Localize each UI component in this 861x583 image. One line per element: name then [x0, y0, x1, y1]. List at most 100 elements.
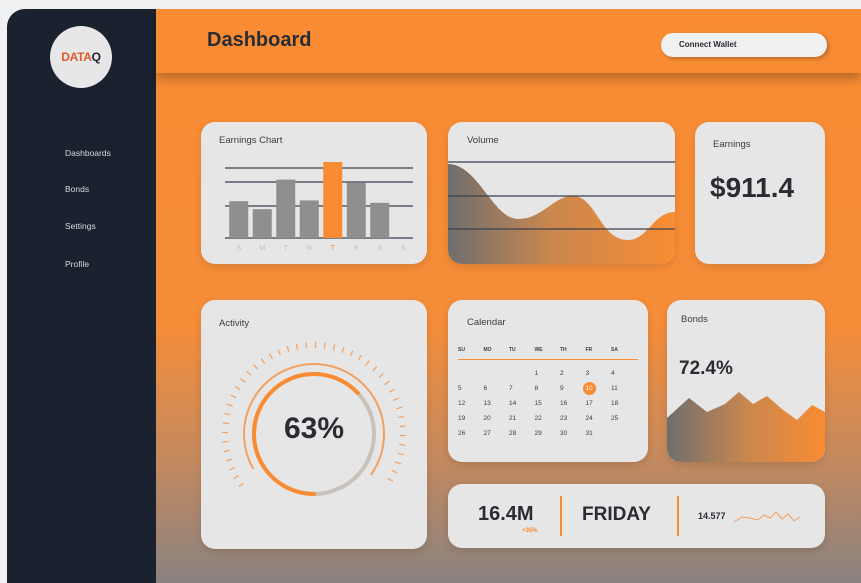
logo-text: DATA — [61, 50, 92, 64]
calendar-week-row: 5 6 7 8 9 10 11 — [458, 381, 638, 396]
activity-card[interactable]: Activity 63% — [201, 300, 427, 549]
page-title: Dashboard — [207, 29, 312, 51]
gauge-tick — [323, 342, 326, 349]
volume-card[interactable]: Volume — [448, 122, 675, 264]
gauge-tick — [253, 364, 259, 370]
calendar-day[interactable]: 9 — [560, 385, 586, 392]
calendar-day-header: TU — [509, 347, 516, 353]
sidebar-item-bonds[interactable]: Bonds — [65, 184, 89, 194]
gauge-tick — [229, 467, 236, 471]
calendar-day[interactable]: 31 — [586, 430, 612, 437]
calendar-body: 1 2 3 4 5 6 7 8 9 10 11 12 13 14 15 16 17 18 19 20 21 22 23 24 2… — [458, 366, 638, 441]
calendar-day[interactable]: 1 — [535, 370, 561, 377]
gauge-tick — [230, 394, 237, 399]
gauge-tick — [277, 349, 281, 356]
calendar-day[interactable]: 12 — [458, 400, 484, 407]
calendar-day[interactable]: 6 — [484, 385, 510, 392]
logo-q: Q — [91, 50, 101, 64]
divider — [560, 496, 562, 536]
gauge-tick — [226, 403, 233, 407]
bar — [252, 209, 272, 238]
bar — [229, 201, 249, 238]
bonds-card[interactable]: Bonds 72.4% — [667, 300, 825, 462]
gauge-tick — [387, 477, 394, 482]
gauge-tick — [388, 388, 395, 393]
calendar-day[interactable]: 17 — [586, 400, 612, 407]
calendar-day[interactable]: 14 — [509, 400, 535, 407]
gauge-tick — [224, 412, 231, 416]
tick-label: T — [331, 245, 336, 252]
calendar-day[interactable]: 29 — [535, 430, 561, 437]
calendar-card[interactable]: Calendar SU MO TU WE TH FR SA 1 2 3 4 5 6 7 8 9 10 11 12 1… — [448, 300, 648, 462]
sparkline — [734, 511, 801, 523]
volume-area — [448, 164, 675, 264]
gauge-tick — [295, 343, 299, 350]
calendar-day[interactable]: 22 — [535, 415, 561, 422]
tick-label: S — [236, 245, 241, 252]
volume-area-chart — [448, 161, 675, 264]
calendar-day[interactable]: 13 — [484, 400, 510, 407]
calendar-day[interactable]: 23 — [560, 415, 586, 422]
calendar-grid: SU MO TU WE TH FR SA 1 2 3 4 5 6 7 8 9 10 11 12 13 14 15 16 17… — [458, 341, 638, 441]
gauge-tick — [246, 370, 252, 376]
tick-label: W — [306, 245, 313, 252]
gauge-tick — [234, 386, 241, 391]
stats-change: +35% — [522, 528, 538, 534]
gauge-tick — [238, 482, 244, 488]
stats-card[interactable]: 16.4M +35% FRIDAY 14.577 — [448, 484, 825, 548]
calendar-week-row: 12 13 14 15 16 17 18 — [458, 396, 638, 411]
gauge-tick — [233, 475, 240, 480]
sidebar-item-profile[interactable]: Profile — [65, 259, 89, 269]
connect-wallet-button[interactable]: Connect Wallet — [661, 33, 827, 57]
gauge-tick — [392, 397, 399, 401]
calendar-day[interactable]: 28 — [509, 430, 535, 437]
gauge-tick — [305, 342, 308, 349]
sidebar-item-settings[interactable]: Settings — [65, 221, 96, 231]
calendar-day[interactable]: 26 — [458, 430, 484, 437]
calendar-day[interactable]: 15 — [535, 400, 561, 407]
calendar-day[interactable]: 16 — [560, 400, 586, 407]
stats-value: 16.4M — [478, 503, 534, 525]
calendar-day[interactable]: 27 — [484, 430, 510, 437]
earnings-title: Earnings — [713, 139, 751, 150]
gauge-tick — [395, 461, 402, 465]
calendar-day[interactable]: 5 — [458, 385, 484, 392]
stats-small-value: 14.577 — [698, 511, 726, 521]
stats-day: FRIDAY — [582, 504, 651, 525]
gauge-tick — [398, 415, 405, 419]
gauge-tick — [399, 443, 406, 446]
gauge-tick — [286, 345, 290, 352]
calendar-day[interactable]: 25 — [611, 415, 637, 422]
calendar-day[interactable]: 19 — [458, 415, 484, 422]
gauge-tick — [384, 380, 390, 386]
sidebar-item-dashboards[interactable]: Dashboards — [65, 148, 111, 158]
gauge-tick — [332, 344, 336, 351]
calendar-day-header: SA — [611, 347, 618, 353]
gauge-tick — [397, 452, 404, 456]
earnings-chart-card[interactable]: Earnings Chart SMTWTFSS — [201, 122, 427, 264]
calendar-day[interactable]: 2 — [560, 370, 586, 377]
gauge-tick — [222, 422, 229, 425]
calendar-day[interactable]: 20 — [484, 415, 510, 422]
gauge-tick — [372, 366, 378, 372]
calendar-day[interactable]: 30 — [560, 430, 586, 437]
sidebar: DATA Q Dashboards Bonds Settings Profile — [7, 9, 156, 583]
header: Dashboard Connect Wallet — [156, 9, 861, 73]
earnings-card[interactable]: Earnings $911.4 — [695, 122, 825, 264]
calendar-day[interactable]: 7 — [509, 385, 535, 392]
calendar-day[interactable]: 4 — [611, 370, 637, 377]
gauge-tick — [260, 358, 266, 364]
gauge-tick — [341, 346, 345, 353]
calendar-day[interactable]: 21 — [509, 415, 535, 422]
calendar-day[interactable]: 18 — [611, 400, 637, 407]
calendar-day[interactable]: 11 — [611, 385, 637, 392]
calendar-day[interactable]: 3 — [586, 370, 612, 377]
bar — [323, 162, 343, 238]
calendar-day[interactable]: 8 — [535, 385, 561, 392]
earnings-bar-chart: SMTWTFSS — [225, 162, 413, 252]
calendar-day-header: FR — [585, 347, 593, 353]
logo[interactable]: DATA Q — [50, 26, 112, 88]
activity-value: 63% — [284, 412, 345, 445]
calendar-day[interactable]: 10 — [582, 382, 612, 395]
calendar-day[interactable]: 24 — [586, 415, 612, 422]
